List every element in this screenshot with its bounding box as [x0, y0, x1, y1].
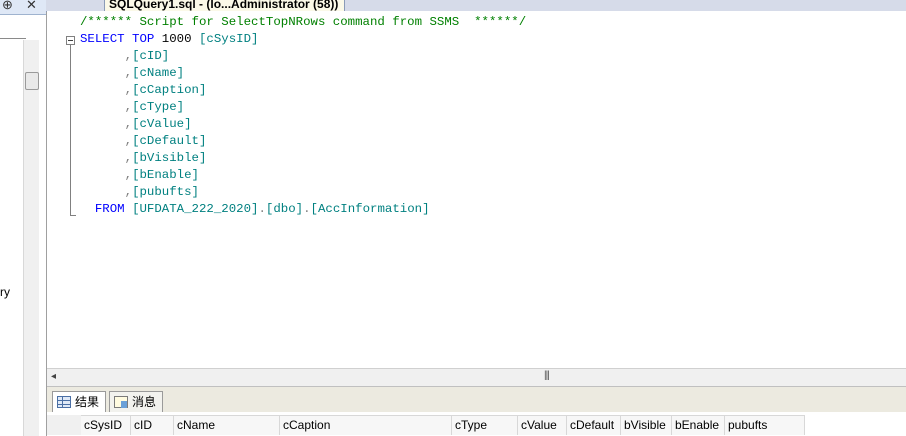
object-explorer-pane: ⊕ ✕ ry — [0, 0, 47, 436]
code-token: 1000 — [161, 32, 199, 46]
code-line[interactable]: ,[pubufts] — [80, 184, 526, 201]
column-header[interactable]: cType — [452, 416, 518, 435]
code-line[interactable]: ,[bEnable] — [80, 167, 526, 184]
column-header[interactable]: bVisible — [621, 416, 672, 435]
grid-icon — [57, 396, 71, 408]
messages-icon — [114, 396, 128, 408]
code-line[interactable]: ,[cName] — [80, 65, 526, 82]
column-header[interactable]: bEnable — [672, 416, 725, 435]
code-token: [bVisible] — [132, 151, 207, 165]
column-header[interactable]: cValue — [518, 416, 567, 435]
close-icon[interactable]: ✕ — [26, 0, 37, 13]
code-line[interactable]: /****** Script for SelectTopNRows comman… — [80, 14, 526, 31]
results-grid[interactable]: cSysID cID cName cCaption cType cValue c… — [47, 412, 906, 436]
code-token: , — [80, 168, 133, 182]
code-token: . — [258, 202, 266, 216]
code-line[interactable]: SELECT TOP 1000 [cSysID] — [80, 31, 526, 48]
column-header[interactable]: cCaption — [280, 416, 452, 435]
horizontal-scrollbar[interactable]: ◂ ||| — [47, 368, 906, 386]
outline-line — [70, 45, 71, 215]
code-token: , — [80, 117, 133, 131]
code-token: [dbo] — [265, 202, 304, 216]
code-token: . — [303, 202, 311, 216]
code-token: [pubufts] — [132, 185, 199, 199]
code-line[interactable]: ,[bVisible] — [80, 150, 526, 167]
code-token: [cDefault] — [132, 134, 207, 148]
tab-messages[interactable]: 消息 — [109, 391, 164, 413]
code-token: , — [80, 100, 133, 114]
column-header[interactable]: cSysID — [81, 416, 131, 435]
divider — [0, 38, 26, 39]
tab-results[interactable]: 结果 — [52, 391, 107, 413]
code-token: [cType] — [132, 100, 185, 114]
code-line[interactable]: ,[cID] — [80, 48, 526, 65]
code-token: , — [80, 185, 133, 199]
code-token: [UFDATA_222_2020] — [132, 202, 259, 216]
grid-header-row: cSysID cID cName cCaption cType cValue c… — [81, 415, 805, 435]
tab-messages-label: 消息 — [132, 395, 157, 409]
column-header[interactable]: cDefault — [567, 416, 621, 435]
code-token: , — [80, 151, 133, 165]
code-token: , — [80, 66, 133, 80]
query-editor[interactable]: /****** Script for SelectTopNRows comman… — [47, 11, 906, 368]
scrollbar-thumb[interactable] — [25, 72, 39, 90]
column-header[interactable]: pubufts — [725, 416, 805, 435]
editor-margin — [47, 11, 61, 368]
code-token: [cValue] — [132, 117, 192, 131]
code-token: , — [80, 134, 133, 148]
code-token: [cCaption] — [132, 83, 207, 97]
outline-end — [70, 215, 76, 216]
code-token: , — [80, 83, 133, 97]
column-header[interactable]: cName — [174, 416, 280, 435]
code-token: FROM — [80, 202, 133, 216]
code-line[interactable]: ,[cValue] — [80, 116, 526, 133]
scroll-left-icon[interactable]: ◂ — [51, 371, 56, 382]
code-text[interactable]: /****** Script for SelectTopNRows comman… — [80, 14, 526, 218]
code-token: , — [80, 49, 133, 63]
pin-icon[interactable]: ⊕ — [2, 0, 13, 13]
collapse-icon[interactable] — [66, 36, 75, 45]
code-token: [cID] — [132, 49, 170, 63]
code-token: [cSysID] — [198, 32, 259, 46]
code-line[interactable]: ,[cDefault] — [80, 133, 526, 150]
code-token: [bEnable] — [132, 168, 199, 182]
code-token: SELECT TOP — [80, 32, 162, 46]
results-tab-strip: 结果 消息 — [47, 386, 906, 413]
code-line[interactable]: ,[cCaption] — [80, 82, 526, 99]
column-header[interactable]: cID — [131, 416, 174, 435]
row-selector-header[interactable] — [47, 415, 82, 435]
scrollbar-grip-icon[interactable]: ||| — [544, 370, 550, 381]
code-line[interactable]: FROM [UFDATA_222_2020].[dbo].[AccInforma… — [80, 201, 526, 218]
object-explorer-titlebar: ⊕ ✕ — [0, 0, 46, 15]
code-line[interactable]: ,[cType] — [80, 99, 526, 116]
code-token: /****** Script for SelectTopNRows comman… — [80, 15, 527, 29]
code-token: [cName] — [132, 66, 185, 80]
tree-item-label[interactable]: ry — [0, 285, 10, 299]
code-token: [AccInformation] — [310, 202, 430, 216]
vertical-scrollbar[interactable] — [23, 40, 39, 436]
tab-results-label: 结果 — [75, 395, 100, 409]
